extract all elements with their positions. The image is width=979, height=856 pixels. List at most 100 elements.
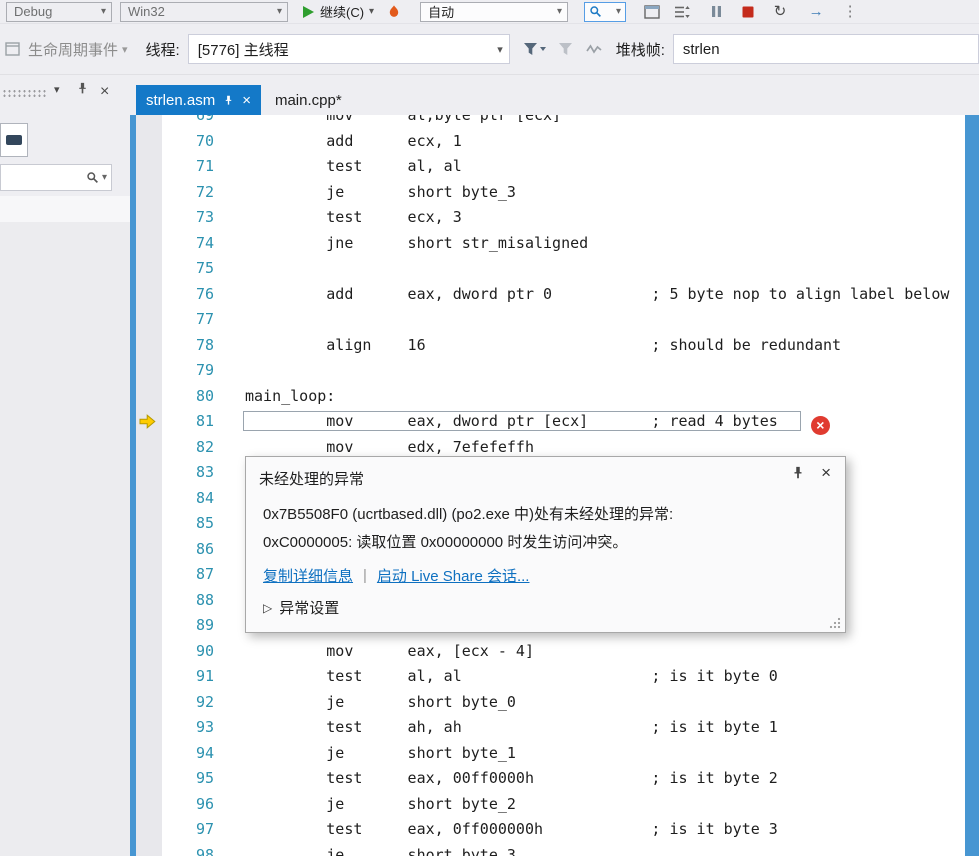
pin-icon[interactable] bbox=[223, 95, 234, 106]
code-text[interactable]: add eax, dword ptr 0 ; 5 byte nop to ali… bbox=[214, 282, 949, 308]
toolbar-overflow-button[interactable]: ⋮ bbox=[840, 2, 860, 22]
toolbar-search-box[interactable]: ▾ bbox=[584, 1, 627, 22]
error-icon[interactable]: × bbox=[810, 415, 830, 435]
line-number: 89 bbox=[195, 616, 214, 634]
break-all-button[interactable] bbox=[706, 2, 726, 22]
code-text[interactable]: test al, al ; is it byte 0 bbox=[214, 664, 778, 690]
breakpoint-margin-cell[interactable] bbox=[136, 129, 162, 155]
breakpoint-margin-cell[interactable] bbox=[136, 639, 162, 665]
code-text[interactable]: mov al,byte ptr [ecx] bbox=[214, 115, 561, 129]
breakpoint-margin-cell[interactable] bbox=[136, 486, 162, 512]
breakpoint-margin-cell[interactable] bbox=[136, 435, 162, 461]
expander-triangle-icon: ▷ bbox=[263, 600, 273, 615]
line-number: 85 bbox=[195, 514, 214, 532]
panel-tool-button[interactable] bbox=[0, 123, 28, 157]
code-text[interactable]: test ah, ah ; is it byte 1 bbox=[214, 715, 778, 741]
breakpoint-margin-cell[interactable] bbox=[136, 588, 162, 614]
stop-debugging-button[interactable] bbox=[738, 2, 758, 22]
breakpoint-margin-cell[interactable] bbox=[136, 843, 162, 856]
breakpoint-margin-cell[interactable] bbox=[136, 282, 162, 308]
breakpoint-margin-cell[interactable] bbox=[136, 613, 162, 639]
resize-grip-icon[interactable] bbox=[829, 616, 842, 629]
breakpoint-margin-cell[interactable] bbox=[136, 792, 162, 818]
tab-strlen-asm[interactable]: strlen.asm × bbox=[136, 85, 261, 115]
lifecycle-events-button[interactable]: 生命周期事件 bbox=[28, 39, 118, 60]
tab-label: strlen.asm bbox=[146, 91, 216, 109]
flagged-threads-button[interactable] bbox=[556, 39, 576, 59]
breakpoint-margin-cell[interactable] bbox=[136, 511, 162, 537]
breakpoint-margin-cell[interactable] bbox=[136, 690, 162, 716]
code-text[interactable]: mov eax, [ecx - 4] bbox=[214, 639, 534, 665]
restart-button[interactable]: ↻ bbox=[770, 2, 790, 22]
code-line: 78 align 16 ; should be redundant bbox=[136, 333, 965, 359]
solution-configuration-combo[interactable]: Debug ▾ bbox=[6, 1, 112, 22]
code-text[interactable]: je short byte_1 bbox=[214, 741, 516, 767]
code-text[interactable]: main_loop: bbox=[214, 384, 335, 410]
line-number: 72 bbox=[195, 182, 214, 201]
hot-reload-icon[interactable] bbox=[384, 2, 404, 22]
breakpoint-margin-cell[interactable] bbox=[136, 741, 162, 767]
breakpoint-margin-cell[interactable] bbox=[136, 256, 162, 282]
line-number: 91 bbox=[195, 667, 214, 685]
breakpoint-margin-cell[interactable] bbox=[136, 154, 162, 180]
code-text[interactable]: je short byte_3 bbox=[214, 843, 516, 856]
code-text[interactable]: align 16 ; should be redundant bbox=[214, 333, 841, 359]
liveshare-link[interactable]: 启动 Live Share 会话... bbox=[377, 565, 530, 586]
code-text[interactable]: test eax, 00ff0000h ; is it byte 2 bbox=[214, 766, 778, 792]
copy-details-link[interactable]: 复制详细信息 bbox=[263, 565, 353, 586]
code-text[interactable]: je short byte_3 bbox=[214, 180, 516, 206]
drag-handle-dots[interactable] bbox=[2, 89, 46, 98]
breakpoint-margin-cell[interactable] bbox=[136, 205, 162, 231]
breakpoint-margin-cell[interactable] bbox=[136, 715, 162, 741]
code-text[interactable]: test al, al bbox=[214, 154, 461, 180]
show-threads-button[interactable] bbox=[584, 39, 604, 59]
breakpoint-margin-cell[interactable] bbox=[136, 384, 162, 410]
breakpoint-margin-cell[interactable] bbox=[136, 115, 162, 129]
code-statement: add eax, dword ptr 0 ; 5 byte nop to ali… bbox=[245, 284, 950, 303]
stackframe-combo[interactable]: strlen bbox=[672, 34, 979, 64]
funnel-outline-icon bbox=[559, 43, 573, 55]
breakpoint-margin-cell[interactable] bbox=[136, 358, 162, 384]
panel-pin-button[interactable] bbox=[76, 82, 89, 95]
breakpoint-margin-cell[interactable] bbox=[136, 664, 162, 690]
breakpoint-margin-cell[interactable] bbox=[136, 460, 162, 486]
editor-vertical-scrollbar[interactable] bbox=[965, 115, 979, 856]
exception-settings-expander[interactable]: ▷ 异常设置 bbox=[263, 597, 339, 618]
breakpoint-margin-cell[interactable] bbox=[136, 562, 162, 588]
thread-combo[interactable]: [5776] 主线程 ▾ bbox=[187, 34, 510, 64]
restart-icon: ↻ bbox=[773, 2, 787, 20]
panel-close-button[interactable]: × bbox=[100, 83, 109, 101]
continue-button[interactable]: 继续(C) ▾ bbox=[302, 2, 374, 21]
breakpoint-margin-cell[interactable] bbox=[136, 537, 162, 563]
code-text[interactable]: je short byte_0 bbox=[214, 690, 516, 716]
code-text[interactable]: add ecx, 1 bbox=[214, 129, 461, 155]
breakpoint-margin-cell[interactable] bbox=[136, 231, 162, 257]
breakpoint-margin-cell[interactable] bbox=[136, 766, 162, 792]
window-layout-button[interactable] bbox=[642, 2, 662, 22]
tab-main-cpp[interactable]: main.cpp* bbox=[265, 85, 352, 115]
code-line: 80 main_loop: bbox=[136, 384, 965, 410]
breakpoint-margin-cell[interactable] bbox=[136, 333, 162, 359]
window-icon bbox=[644, 4, 660, 19]
popup-pin-button[interactable] bbox=[791, 466, 805, 480]
close-icon[interactable]: × bbox=[242, 93, 251, 108]
breakpoint-margin-cell[interactable] bbox=[136, 817, 162, 843]
auto-attach-combo[interactable]: 自动 ▾ bbox=[420, 1, 569, 22]
breakpoint-margin-cell[interactable] bbox=[136, 180, 162, 206]
solution-platform-combo[interactable]: Win32 ▾ bbox=[120, 1, 288, 22]
code-text[interactable]: mov eax, dword ptr [ecx] ; read 4 bytes × bbox=[214, 409, 830, 435]
code-text[interactable]: jne short str_misaligned bbox=[214, 231, 588, 257]
filter-threads-button[interactable] bbox=[522, 39, 548, 59]
code-text[interactable]: test ecx, 3 bbox=[214, 205, 461, 231]
code-text[interactable]: test eax, 0ff000000h ; is it byte 3 bbox=[214, 817, 778, 843]
popup-close-button[interactable]: × bbox=[821, 463, 831, 483]
sidebar-search-input[interactable]: ▾ bbox=[0, 164, 112, 191]
show-next-statement-button[interactable]: → bbox=[806, 2, 826, 22]
code-line: 77 bbox=[136, 307, 965, 333]
code-text[interactable]: je short byte_2 bbox=[214, 792, 516, 818]
breakpoint-margin-cell[interactable] bbox=[136, 307, 162, 333]
sort-list-button[interactable] bbox=[672, 2, 692, 22]
code-line: 92 je short byte_0 bbox=[136, 690, 965, 716]
panel-menu-button[interactable]: ▾ bbox=[54, 83, 60, 96]
breakpoint-margin-cell[interactable] bbox=[136, 409, 162, 435]
